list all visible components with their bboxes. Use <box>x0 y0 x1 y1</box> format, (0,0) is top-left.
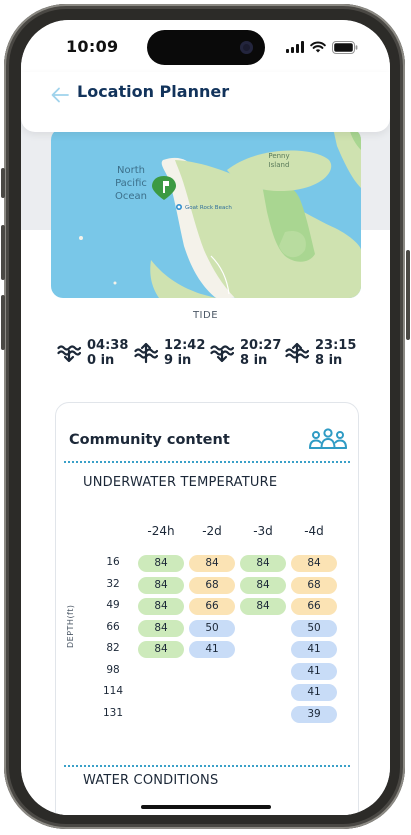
temperature-cell: 84 <box>240 555 286 572</box>
battery-icon <box>332 40 358 54</box>
volume-up-button <box>1 225 5 280</box>
map-label-beach: Goat Rock Beach <box>185 205 232 211</box>
depth-label: 82 <box>106 642 120 654</box>
tide-height: 8 in <box>315 353 343 368</box>
people-group-icon[interactable] <box>308 427 348 451</box>
high-tide-icon <box>134 342 158 364</box>
section-divider <box>64 461 350 463</box>
depth-label: 131 <box>102 706 124 719</box>
temperature-cell: 84 <box>240 576 286 594</box>
volume-down-button <box>1 295 5 350</box>
back-arrow-icon[interactable] <box>49 84 71 106</box>
map-label-island-1: Penny <box>268 152 289 160</box>
temperature-section-title: UNDERWATER TEMPERATURE <box>83 475 278 490</box>
map-label-ocean-2: Pacific <box>115 178 147 189</box>
temperature-cell: 84 <box>138 555 184 572</box>
temperature-cell: 84 <box>138 619 184 637</box>
mute-switch <box>1 168 5 198</box>
status-icons <box>286 40 358 54</box>
depth-label: 16 <box>106 556 120 568</box>
depth-label: 32 <box>106 577 120 590</box>
column-header: -2d <box>202 524 222 538</box>
depth-axis-label: DEPTH(ft) <box>66 604 75 649</box>
dynamic-island <box>147 30 265 65</box>
temperature-cell: 68 <box>189 576 235 594</box>
community-card: Community content UNDERWATER TEMPERATURE… <box>55 402 359 815</box>
temperature-cell: 84 <box>138 598 184 615</box>
map-graphic: North Pacific Ocean Penny Island Goat Ro… <box>51 128 361 298</box>
high-tide-icon <box>285 342 309 364</box>
column-header: -4d <box>304 524 324 538</box>
temperature-cell: 84 <box>189 555 235 572</box>
temperature-cell: 50 <box>189 619 235 637</box>
temperature-cell: 84 <box>138 641 184 658</box>
map-label-island-2: Island <box>269 161 290 169</box>
tide-height: 8 in <box>240 353 268 368</box>
phone-screen: 10:09 Location Planner North Pacific Oce… <box>21 20 390 815</box>
temperature-cell: 41 <box>291 684 337 701</box>
temperature-cell: 41 <box>291 662 337 680</box>
water-conditions-title: WATER CONDITIONS <box>83 773 219 788</box>
status-time: 10:09 <box>66 37 119 56</box>
temperature-cell: 39 <box>291 705 337 723</box>
front-camera <box>240 41 253 54</box>
temperature-cell: 50 <box>291 619 337 637</box>
low-tide-icon <box>57 345 81 363</box>
cellular-signal-icon <box>286 41 304 53</box>
tide-height: 9 in <box>164 353 192 368</box>
temperature-cell: 66 <box>189 598 235 615</box>
map-label-ocean-3: Ocean <box>115 191 147 202</box>
tide-time: 23:15 <box>315 338 357 353</box>
home-indicator[interactable] <box>141 805 271 809</box>
temperature-cell: 84 <box>291 555 337 572</box>
temperature-cell: 68 <box>291 576 337 594</box>
wifi-icon <box>310 41 326 53</box>
temperature-cell: 41 <box>291 641 337 658</box>
temperature-cell: 41 <box>189 641 235 658</box>
temperature-cell: 66 <box>291 598 337 615</box>
app-header: Location Planner <box>21 72 390 132</box>
community-title: Community content <box>69 432 230 448</box>
depth-label: 114 <box>102 685 124 697</box>
temperature-cell: 84 <box>240 598 286 615</box>
tide-time: 12:42 <box>164 338 206 353</box>
column-header: -24h <box>147 524 175 538</box>
tide-label: TIDE <box>192 310 219 321</box>
temperature-cell: 84 <box>138 576 184 594</box>
depth-label: 98 <box>106 663 120 676</box>
map-label-ocean-1: North <box>117 165 145 176</box>
depth-label: 66 <box>106 620 120 633</box>
page-title: Location Planner <box>77 82 230 101</box>
tide-time: 20:27 <box>240 338 282 353</box>
low-tide-icon <box>210 345 234 363</box>
column-header: -3d <box>253 524 273 538</box>
power-button <box>406 250 410 340</box>
location-map[interactable]: North Pacific Ocean Penny Island Goat Ro… <box>51 128 361 298</box>
tide-time: 04:38 <box>87 338 129 353</box>
section-divider <box>64 765 350 767</box>
status-bar: 10:09 <box>21 20 390 72</box>
tide-height: 0 in <box>87 353 115 368</box>
depth-label: 49 <box>106 599 120 611</box>
